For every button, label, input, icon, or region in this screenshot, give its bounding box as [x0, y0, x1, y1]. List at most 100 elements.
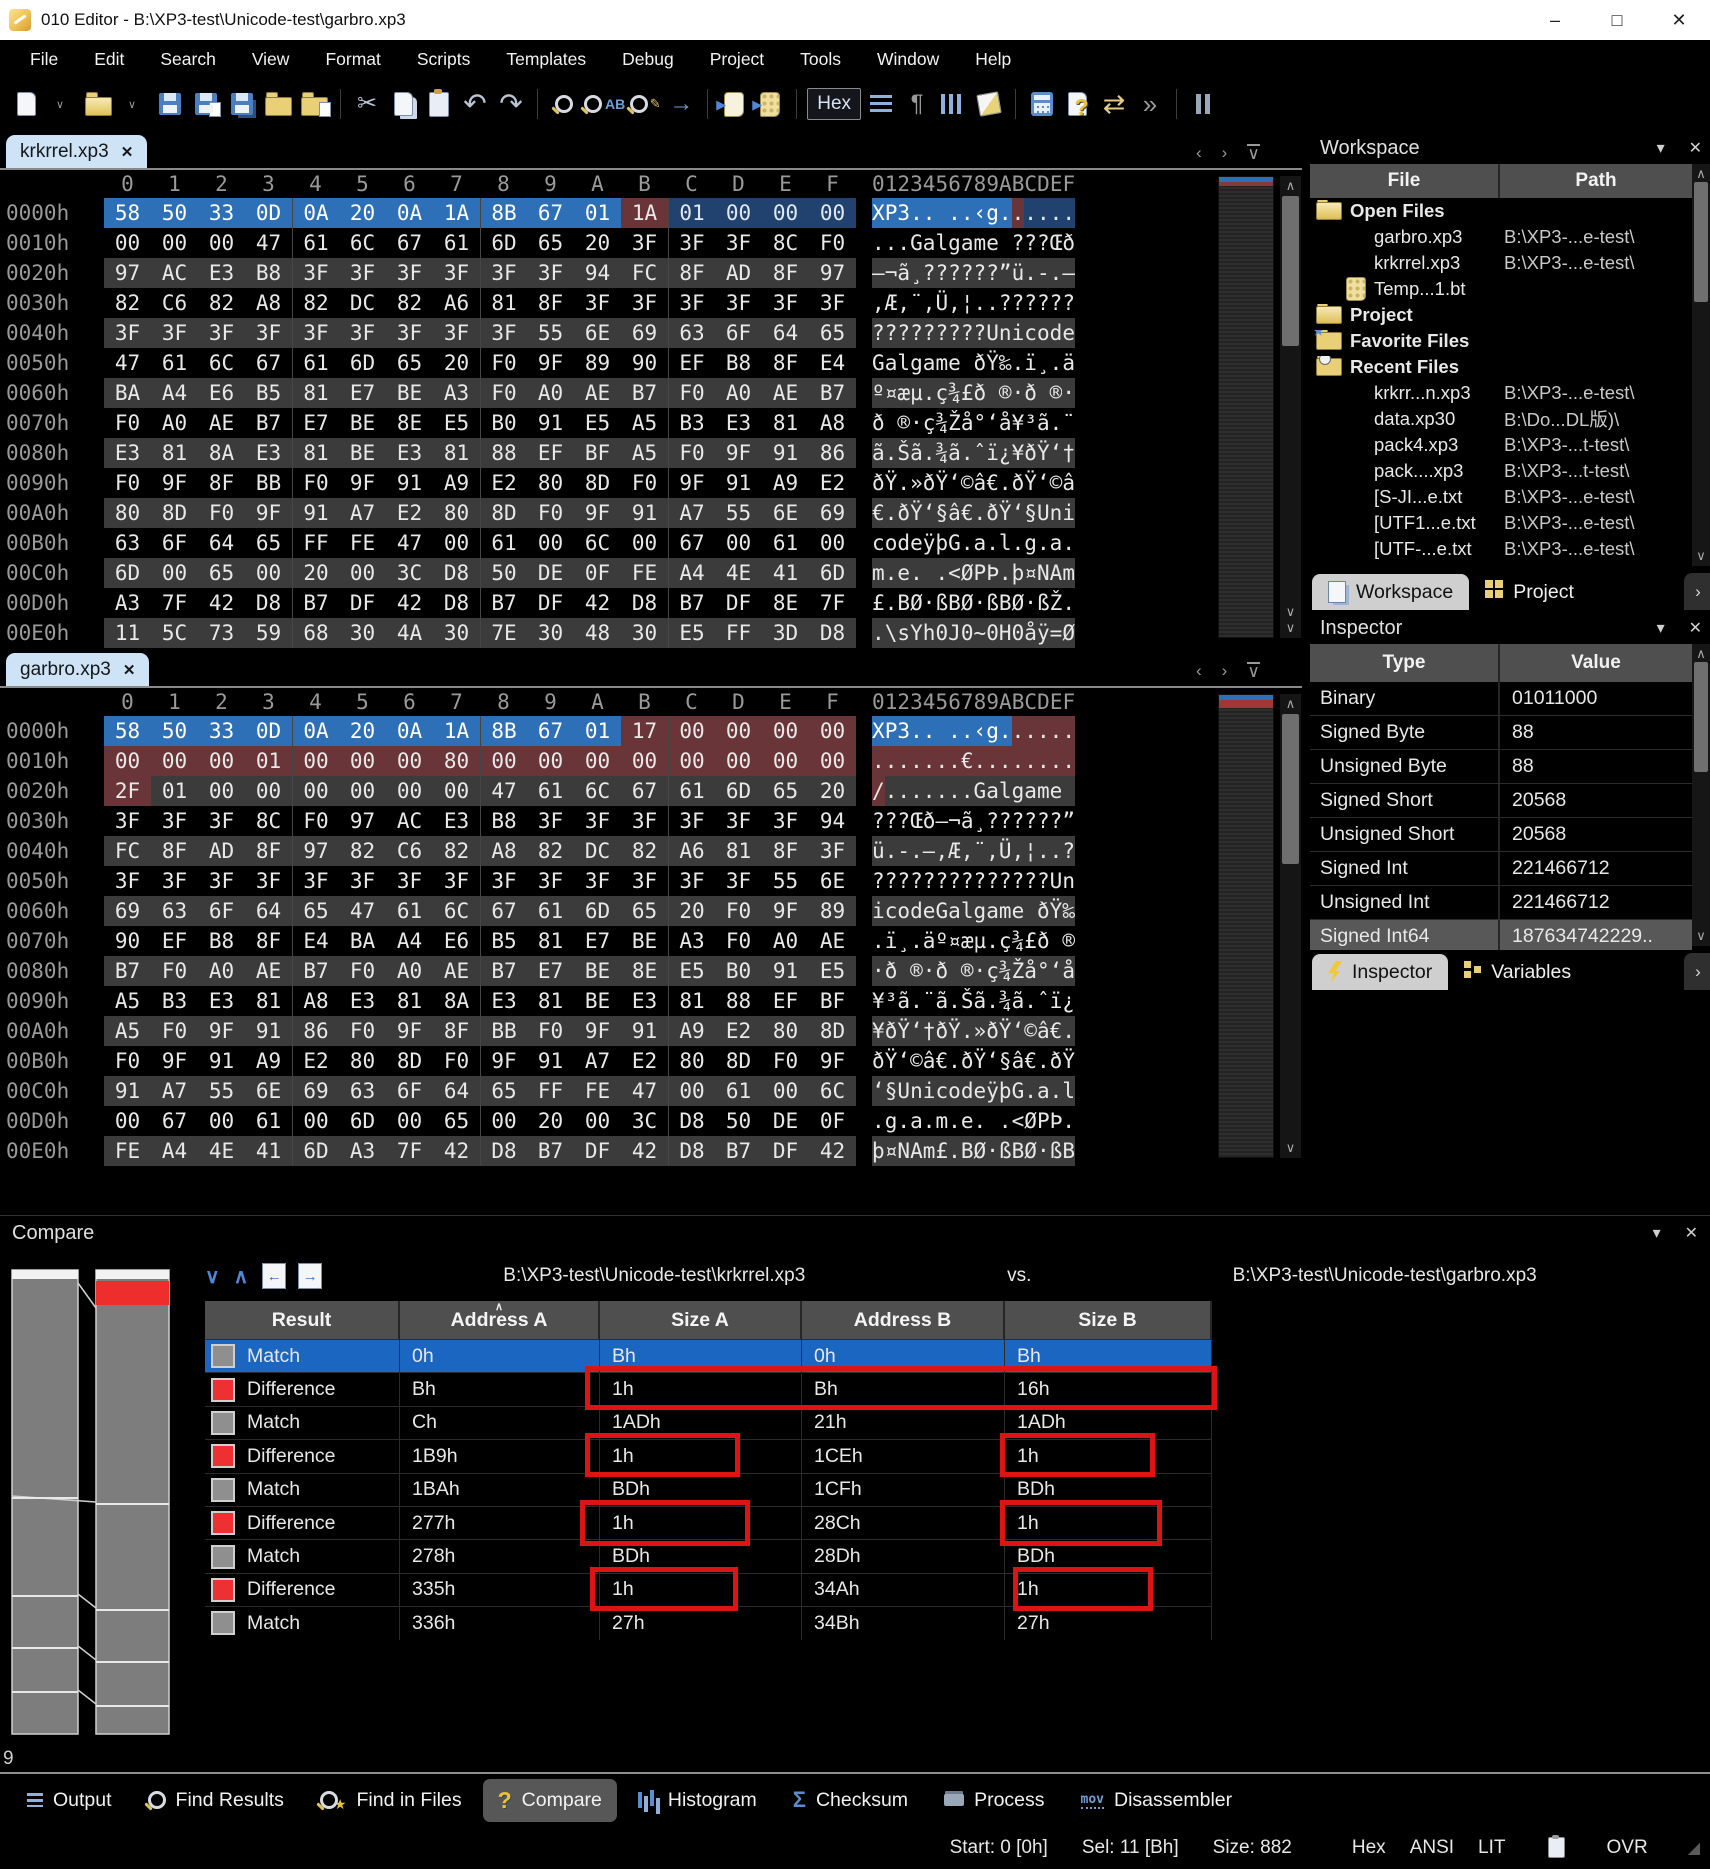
ascii-char[interactable]: .: [1050, 408, 1063, 438]
ascii-char[interactable]: d: [1050, 318, 1063, 348]
workspace-item-[UTF-...e.txt[interactable]: [UTF-...e.txtB:\XP3-...e-test\: [1310, 536, 1692, 562]
hex-byte[interactable]: A4: [151, 378, 198, 408]
ascii-char[interactable]: .: [1062, 1016, 1075, 1046]
hex-byte[interactable]: 42: [433, 1136, 480, 1166]
ascii-char[interactable]: .: [1012, 716, 1025, 746]
hex-byte[interactable]: 00: [527, 528, 574, 558]
hex-byte[interactable]: 3F: [198, 806, 245, 836]
hex-byte[interactable]: 3F: [151, 806, 198, 836]
ascii-char[interactable]: ·: [974, 588, 987, 618]
ascii-char[interactable]: ‚: [961, 836, 974, 866]
ascii-char[interactable]: ß: [935, 588, 948, 618]
hex-byte[interactable]: 6D: [104, 558, 151, 588]
column-header-file[interactable]: File: [1310, 170, 1498, 192]
hex-byte[interactable]: 80: [339, 1046, 386, 1076]
hex-byte[interactable]: 3F: [574, 288, 621, 318]
hex-byte[interactable]: 6D: [715, 776, 762, 806]
ascii-char[interactable]: ¬: [885, 258, 898, 288]
hex-byte[interactable]: 3F: [339, 318, 386, 348]
hex-byte[interactable]: 9F: [809, 1046, 856, 1076]
hex-byte[interactable]: 20: [292, 558, 339, 588]
splitter-down-icon[interactable]: ∨: [1280, 620, 1301, 636]
ascii-char[interactable]: ?: [948, 318, 961, 348]
ascii-char[interactable]: Ÿ: [885, 1046, 898, 1076]
hex-byte[interactable]: 7F: [809, 588, 856, 618]
hex-byte[interactable]: F0: [292, 468, 339, 498]
ascii-char[interactable]: a: [961, 228, 974, 258]
hex-byte[interactable]: A6: [433, 288, 480, 318]
hex-byte[interactable]: 65: [762, 776, 809, 806]
hex-byte[interactable]: E7: [574, 926, 621, 956]
ascii-char[interactable]: .: [948, 1136, 961, 1166]
ascii-char[interactable]: A: [1050, 558, 1063, 588]
hex-byte[interactable]: C6: [151, 288, 198, 318]
hex-byte[interactable]: 00: [386, 1106, 433, 1136]
workspace-item-Project[interactable]: Project: [1310, 302, 1692, 328]
tab-prev-icon[interactable]: ‹: [1196, 661, 1202, 681]
ascii-char[interactable]: ‘: [1050, 956, 1063, 986]
hex-byte[interactable]: 8C: [762, 228, 809, 258]
hex-byte[interactable]: F0: [668, 438, 715, 468]
ascii-char[interactable]: å: [1024, 956, 1037, 986]
hex-byte[interactable]: 55: [715, 498, 762, 528]
hex-byte[interactable]: 81: [245, 986, 292, 1016]
hex-byte[interactable]: 61: [245, 1106, 292, 1136]
tab-list-icon[interactable]: ∨: [1247, 144, 1259, 161]
hex-byte[interactable]: 00: [715, 716, 762, 746]
hex-byte[interactable]: 73: [198, 618, 245, 648]
hex-byte[interactable]: 50: [151, 716, 198, 746]
hex-byte[interactable]: D8: [668, 1106, 715, 1136]
ascii-char[interactable]: ”: [999, 258, 1012, 288]
hex-byte[interactable]: 0A: [386, 716, 433, 746]
find-replace-icon[interactable]: ✎: [629, 85, 661, 123]
hex-byte[interactable]: 3F: [386, 866, 433, 896]
hex-byte[interactable]: 00: [574, 1106, 621, 1136]
hex-byte[interactable]: A8: [292, 986, 339, 1016]
hex-byte[interactable]: A3: [668, 926, 715, 956]
inspector-row-Unsigned Int[interactable]: Unsigned Int221466712: [1310, 886, 1692, 920]
ascii-char[interactable]: ?: [885, 318, 898, 348]
ascii-char[interactable]: ®: [999, 378, 1012, 408]
ascii-char[interactable]: µ: [910, 378, 923, 408]
ascii-char[interactable]: a: [1037, 1076, 1050, 1106]
column-header-size-b[interactable]: Size B: [1005, 1301, 1212, 1339]
hex-byte[interactable]: 89: [809, 896, 856, 926]
hex-byte[interactable]: 65: [198, 558, 245, 588]
minimize-button[interactable]: –: [1524, 0, 1586, 40]
hex-byte[interactable]: 8F: [762, 258, 809, 288]
menu-view[interactable]: View: [234, 49, 308, 70]
ascii-char[interactable]: n: [999, 318, 1012, 348]
hex-byte[interactable]: A7: [339, 498, 386, 528]
ascii-char[interactable]: þ: [872, 1136, 885, 1166]
hex-byte[interactable]: D8: [245, 588, 292, 618]
tab-inspector[interactable]: Inspector: [1312, 954, 1448, 990]
ascii-char[interactable]: .: [1062, 588, 1075, 618]
hex-byte[interactable]: 00: [762, 746, 809, 776]
ascii-char[interactable]: .: [974, 1106, 987, 1136]
ascii-char[interactable]: å: [1024, 618, 1037, 648]
hex-byte[interactable]: E3: [198, 258, 245, 288]
hex-byte[interactable]: 3F: [339, 258, 386, 288]
hex-byte[interactable]: 47: [245, 228, 292, 258]
hex-byte[interactable]: BB: [245, 468, 292, 498]
ascii-char[interactable]: þ: [999, 1076, 1012, 1106]
ascii-char[interactable]: n: [1050, 498, 1063, 528]
hex-byte[interactable]: 91: [762, 956, 809, 986]
workspace-item-Temp...1.bt[interactable]: Temp...1.bt: [1310, 276, 1692, 302]
hex-byte[interactable]: 89: [574, 348, 621, 378]
ascii-char[interactable]: ‘: [872, 1076, 885, 1106]
ascii-char[interactable]: .: [999, 558, 1012, 588]
ascii-char[interactable]: m: [1062, 558, 1075, 588]
ascii-char[interactable]: g: [910, 348, 923, 378]
ascii-char[interactable]: .: [1024, 986, 1037, 1016]
hex-byte[interactable]: 6F: [386, 1076, 433, 1106]
workspace-scrollbar[interactable]: ∧ ∨: [1692, 164, 1710, 566]
ascii-char[interactable]: .: [974, 498, 987, 528]
hex-byte[interactable]: 67: [621, 776, 668, 806]
find-icon[interactable]: [548, 85, 580, 123]
ascii-char[interactable]: Ÿ: [986, 348, 999, 378]
hex-byte[interactable]: B8: [245, 258, 292, 288]
hex-byte[interactable]: 61: [292, 348, 339, 378]
hex-byte[interactable]: 3F: [198, 866, 245, 896]
hex-byte[interactable]: 8A: [198, 438, 245, 468]
